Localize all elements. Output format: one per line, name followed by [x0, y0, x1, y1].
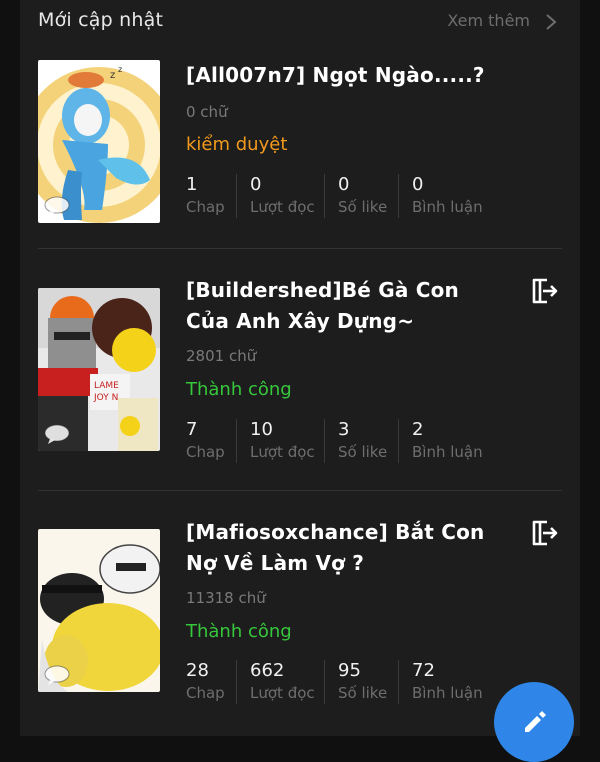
story-cover[interactable]: LAME JOY N [38, 288, 160, 451]
stat-label: Số like [338, 684, 388, 702]
pencil-icon [525, 711, 546, 732]
stat-label: Bình luận [412, 443, 483, 461]
status-badge: Thành công [186, 621, 292, 642]
story-panel: Mới cập nhật Xem thêm z z [All007n7] Ngọ… [20, 0, 580, 736]
story-cover[interactable] [38, 529, 160, 692]
svg-text:z: z [118, 65, 122, 74]
comment-bubble-icon [44, 665, 70, 685]
stat-value: 28 [186, 660, 209, 681]
stat-comments: 2 Bình luận [398, 419, 483, 463]
stat-label: Số like [338, 443, 388, 461]
story-title[interactable]: [All007n7] Ngọt Ngào.....? [186, 60, 506, 91]
stat-label: Chap [186, 684, 225, 702]
stat-value: 10 [250, 419, 273, 440]
stat-label: Chap [186, 443, 225, 461]
svg-text:LAME: LAME [94, 381, 119, 391]
exit-icon[interactable] [529, 518, 559, 548]
stat-chapters: 7 Chap [186, 419, 225, 463]
compose-button[interactable] [494, 682, 574, 762]
exit-icon[interactable] [529, 276, 559, 306]
section-title: Mới cập nhật [38, 9, 164, 31]
comment-bubble-icon [44, 424, 70, 444]
stat-chapters: 1 Chap [186, 174, 225, 218]
story-title[interactable]: [Mafiosoxchance] Bắt Con Nợ Về Làm Vợ ? [186, 517, 506, 579]
svg-text:z: z [110, 70, 115, 81]
stat-comments: 72 Bình luận [398, 660, 483, 704]
stat-reads: 0 Lượt đọc [236, 174, 315, 218]
stat-value: 72 [412, 660, 435, 681]
word-count: 0 chữ [186, 103, 228, 121]
section-header: Mới cập nhật Xem thêm [20, 0, 580, 44]
stat-likes: 3 Số like [324, 419, 387, 463]
stat-value: 7 [186, 419, 198, 440]
word-count: 2801 chữ [186, 347, 257, 365]
stat-label: Lượt đọc [250, 198, 315, 216]
comment-bubble-icon [44, 196, 70, 216]
stat-comments: 0 Bình luận [398, 174, 483, 218]
stat-value: 3 [338, 419, 350, 440]
svg-text:JOY N: JOY N [93, 393, 118, 403]
stat-label: Lượt đọc [250, 684, 315, 702]
story-title[interactable]: [Buildershed]Bé Gà Con Của Anh Xây Dựng~ [186, 275, 506, 337]
stat-reads: 10 Lượt đọc [236, 419, 315, 463]
story-item[interactable]: [Mafiosoxchance] Bắt Con Nợ Về Làm Vợ ? … [20, 491, 580, 733]
stat-label: Số like [338, 198, 388, 216]
story-stats: 1 Chap 0 Lượt đọc 0 Số like 0 Bình luận [186, 174, 566, 218]
stat-reads: 662 Lượt đọc [236, 660, 315, 704]
stat-label: Bình luận [412, 684, 483, 702]
see-more-link[interactable]: Xem thêm [447, 11, 530, 30]
chevron-right-icon[interactable] [542, 12, 560, 32]
stat-label: Chap [186, 198, 225, 216]
stat-value: 0 [338, 174, 350, 195]
stat-label: Bình luận [412, 198, 483, 216]
status-badge: Thành công [186, 379, 292, 400]
stat-likes: 95 Số like [324, 660, 387, 704]
stat-value: 0 [250, 174, 262, 195]
status-badge: kiểm duyệt [186, 134, 288, 155]
word-count: 11318 chữ [186, 589, 266, 607]
stat-value: 1 [186, 174, 198, 195]
stat-value: 662 [250, 660, 285, 681]
stat-chapters: 28 Chap [186, 660, 225, 704]
stat-likes: 0 Số like [324, 174, 387, 218]
story-stats: 7 Chap 10 Lượt đọc 3 Số like 2 Bình luận [186, 419, 566, 463]
stat-label: Lượt đọc [250, 443, 315, 461]
story-cover[interactable]: z z [38, 60, 160, 223]
story-item[interactable]: LAME JOY N [Buildershed]Bé Gà Con Của An… [20, 249, 580, 491]
stat-value: 0 [412, 174, 424, 195]
stat-value: 95 [338, 660, 361, 681]
stat-value: 2 [412, 419, 424, 440]
